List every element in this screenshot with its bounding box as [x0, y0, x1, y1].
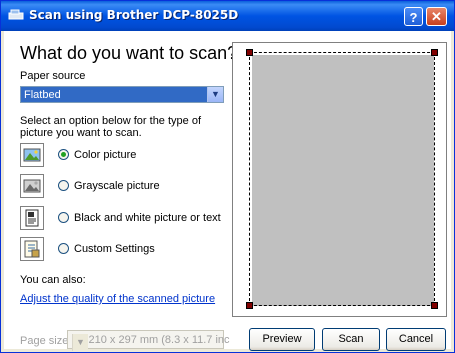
- scanner-icon: [8, 8, 24, 22]
- resize-handle-bottom-left[interactable]: [246, 302, 253, 309]
- paper-source-label: Paper source: [20, 70, 86, 82]
- page-title: What do you want to scan?: [20, 43, 238, 63]
- custom-settings-radio[interactable]: [58, 243, 69, 254]
- selection-marquee[interactable]: [249, 52, 435, 306]
- black-white-radio[interactable]: [58, 212, 69, 223]
- page-size-value: A4 210 x 297 mm (8.3 x 11.7 inc: [72, 334, 230, 346]
- grayscale-picture-icon[interactable]: [20, 174, 44, 198]
- paper-source-value: Flatbed: [24, 89, 61, 101]
- color-picture-radio[interactable]: [58, 149, 69, 160]
- scan-dialog: Scan using Brother DCP-8025D ? ✕ What do…: [0, 0, 455, 353]
- cancel-button[interactable]: Cancel: [386, 328, 446, 351]
- custom-settings-icon[interactable]: [20, 237, 44, 261]
- resize-handle-top-left[interactable]: [246, 49, 253, 56]
- color-picture-label[interactable]: Color picture: [74, 149, 136, 161]
- adjust-quality-link[interactable]: Adjust the quality of the scanned pictur…: [20, 293, 215, 305]
- preview-pane[interactable]: [232, 42, 447, 317]
- black-white-label[interactable]: Black and white picture or text: [74, 212, 221, 224]
- page-size-dropdown: A4 210 x 297 mm (8.3 x 11.7 inc ▼: [67, 330, 230, 351]
- help-button[interactable]: ?: [404, 7, 423, 26]
- scan-button[interactable]: Scan: [322, 328, 380, 351]
- title-bar[interactable]: Scan using Brother DCP-8025D ? ✕: [1, 1, 454, 31]
- also-label: You can also:: [20, 274, 86, 286]
- instructions-text: Select an option below for the type of p…: [20, 115, 202, 139]
- close-button[interactable]: ✕: [426, 7, 447, 26]
- resize-handle-top-right[interactable]: [431, 49, 438, 56]
- resize-handle-bottom-right[interactable]: [431, 302, 438, 309]
- page-size-label: Page size:: [20, 335, 72, 347]
- grayscale-picture-radio[interactable]: [58, 180, 69, 191]
- preview-button[interactable]: Preview: [249, 328, 315, 351]
- window-title: Scan using Brother DCP-8025D: [29, 8, 239, 22]
- grayscale-picture-label[interactable]: Grayscale picture: [74, 180, 160, 192]
- black-white-text-icon[interactable]: [20, 206, 44, 230]
- paper-source-dropdown[interactable]: Flatbed ▼: [20, 86, 224, 103]
- custom-settings-label[interactable]: Custom Settings: [74, 243, 155, 255]
- chevron-down-icon: ▼: [72, 334, 88, 351]
- chevron-down-icon[interactable]: ▼: [207, 87, 223, 102]
- color-picture-icon[interactable]: [20, 143, 44, 167]
- dialog-body: What do you want to scan? Paper source F…: [4, 31, 451, 351]
